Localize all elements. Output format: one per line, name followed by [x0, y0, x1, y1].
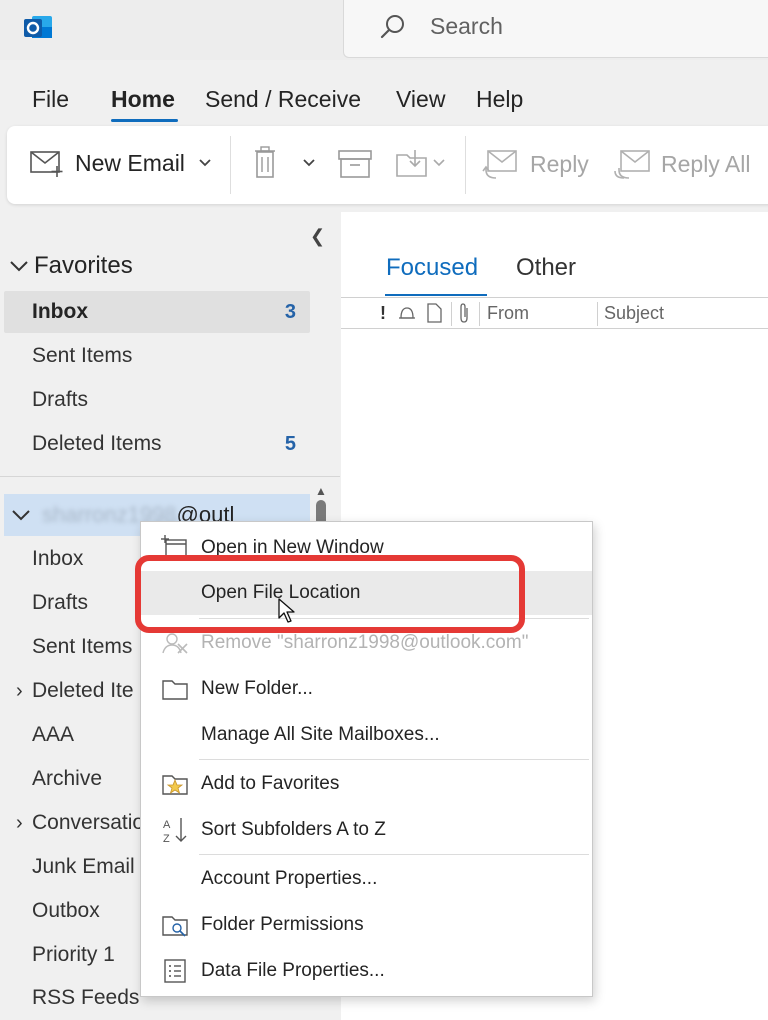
favorites-header[interactable]: Favorites: [8, 252, 133, 280]
search-icon: [380, 15, 404, 39]
folder-label: Inbox: [32, 300, 88, 323]
chevron-down-icon[interactable]: [195, 155, 215, 171]
focused-tab-indicator: [385, 294, 487, 296]
ribbon-divider: [230, 136, 231, 194]
reply-all-icon: [614, 150, 650, 179]
pane-divider: [0, 476, 340, 477]
menu-separator: [199, 854, 589, 855]
folder-label: Inbox: [32, 547, 84, 570]
reply-all-button[interactable]: Reply All: [613, 148, 750, 180]
folder-label: Junk Email: [32, 855, 135, 878]
tab-other[interactable]: Other: [516, 254, 576, 282]
folder-label: Deleted Items: [32, 432, 162, 455]
folder-label: Drafts: [32, 388, 89, 411]
tab-send-receive[interactable]: Send / Receive: [205, 86, 361, 113]
folder-label: Sent Items: [32, 635, 133, 658]
attachment-column-icon[interactable]: [456, 302, 472, 324]
folder-label: Priority 1: [32, 943, 115, 966]
outlook-logo-icon[interactable]: [22, 12, 54, 42]
favorite-sent-items[interactable]: Sent Items: [4, 335, 310, 377]
menu-manage-site-mailboxes[interactable]: Manage All Site Mailboxes...: [141, 713, 592, 757]
active-tab-indicator: [111, 119, 178, 122]
menu-label: Manage All Site Mailboxes...: [201, 724, 440, 745]
reply-button[interactable]: Reply: [482, 148, 589, 180]
folder-label: AAA: [32, 723, 75, 746]
chevron-down-icon: [10, 261, 28, 272]
favorites-label: Favorites: [34, 252, 133, 279]
highlight-annotation: [135, 555, 525, 633]
column-divider: [479, 302, 480, 326]
menu-new-folder[interactable]: New Folder...: [141, 667, 592, 711]
new-email-button[interactable]: New Email: [29, 148, 215, 178]
chevron-right-icon[interactable]: ›: [16, 812, 23, 835]
search-box[interactable]: Search: [343, 0, 768, 58]
menu-label: Folder Permissions: [201, 914, 364, 935]
menu-label: Add to Favorites: [201, 773, 340, 794]
folder-label: Drafts: [32, 591, 89, 614]
folder-label: Sent Items: [32, 344, 133, 367]
menu-label: Remove "sharronz1998@outlook.com": [201, 632, 529, 653]
menu-label: Sort Subfolders A to Z: [201, 819, 386, 840]
scroll-up-arrow-icon[interactable]: ▲: [315, 484, 327, 498]
column-divider: [451, 302, 452, 326]
folder-icon: [162, 680, 188, 700]
unread-count: 5: [284, 432, 296, 455]
tab-file[interactable]: File: [32, 86, 69, 113]
reply-icon: [482, 150, 517, 179]
importance-column-icon[interactable]: !: [380, 303, 386, 324]
menu-sort-subfolders[interactable]: A Z Sort Subfolders A to Z: [141, 808, 592, 852]
tab-help[interactable]: Help: [476, 86, 523, 113]
archive-icon[interactable]: [337, 148, 373, 180]
subject-column-header[interactable]: Subject: [604, 303, 664, 324]
favorite-deleted-items[interactable]: Deleted Items 5: [4, 423, 310, 465]
from-column-header[interactable]: From: [487, 303, 529, 324]
search-placeholder: Search: [430, 13, 503, 39]
menu-folder-permissions[interactable]: Folder Permissions: [141, 903, 592, 947]
svg-text:A: A: [163, 819, 171, 831]
folder-permissions-icon: [162, 916, 188, 937]
move-icon[interactable]: [395, 146, 431, 180]
star-folder-icon: [162, 775, 188, 795]
menu-add-to-favorites[interactable]: Add to Favorites: [141, 762, 592, 806]
menu-data-file-properties[interactable]: Data File Properties...: [141, 949, 592, 993]
tab-view[interactable]: View: [396, 86, 445, 113]
favorite-inbox[interactable]: Inbox 3: [4, 291, 310, 333]
svg-text:Z: Z: [163, 833, 170, 844]
folder-label: Deleted Ite: [32, 679, 134, 702]
ribbon-divider: [465, 136, 466, 194]
folder-label: Archive: [32, 767, 103, 790]
folder-label: Conversatio: [32, 811, 145, 834]
menu-label: Account Properties...: [201, 868, 378, 889]
new-email-label: New Email: [75, 149, 185, 176]
reply-label: Reply: [530, 150, 589, 177]
sort-az-icon: A Z: [163, 818, 187, 844]
ribbon: New Email Reply Reply All: [7, 126, 768, 204]
menu-label: Data File Properties...: [201, 960, 385, 981]
remove-icon: [162, 633, 188, 654]
reply-all-label: Reply All: [661, 150, 751, 177]
tab-home[interactable]: Home: [111, 86, 175, 113]
folder-label: Outbox: [32, 899, 100, 922]
menu-label: New Folder...: [201, 678, 313, 699]
collapse-pane-icon[interactable]: ❮: [310, 226, 325, 247]
properties-icon: [164, 959, 186, 983]
mouse-cursor-icon: [278, 598, 295, 623]
column-divider: [597, 302, 598, 326]
chevron-down-icon: [12, 510, 30, 521]
folder-label: RSS Feeds: [32, 986, 140, 1009]
menu-separator: [199, 759, 589, 760]
new-email-icon: [30, 151, 63, 177]
reminder-column-icon[interactable]: [396, 302, 418, 324]
tab-focused[interactable]: Focused: [386, 254, 478, 282]
move-dropdown-chevron-icon[interactable]: [431, 156, 447, 172]
delete-icon[interactable]: [253, 146, 277, 180]
unread-count: 3: [284, 300, 296, 323]
chevron-right-icon[interactable]: ›: [16, 680, 23, 703]
item-type-column-icon[interactable]: [424, 302, 444, 324]
favorite-drafts[interactable]: Drafts: [4, 379, 310, 421]
menu-account-properties[interactable]: Account Properties...: [141, 857, 592, 901]
title-bar: Search: [0, 0, 768, 60]
delete-dropdown-chevron-icon[interactable]: [299, 156, 319, 172]
